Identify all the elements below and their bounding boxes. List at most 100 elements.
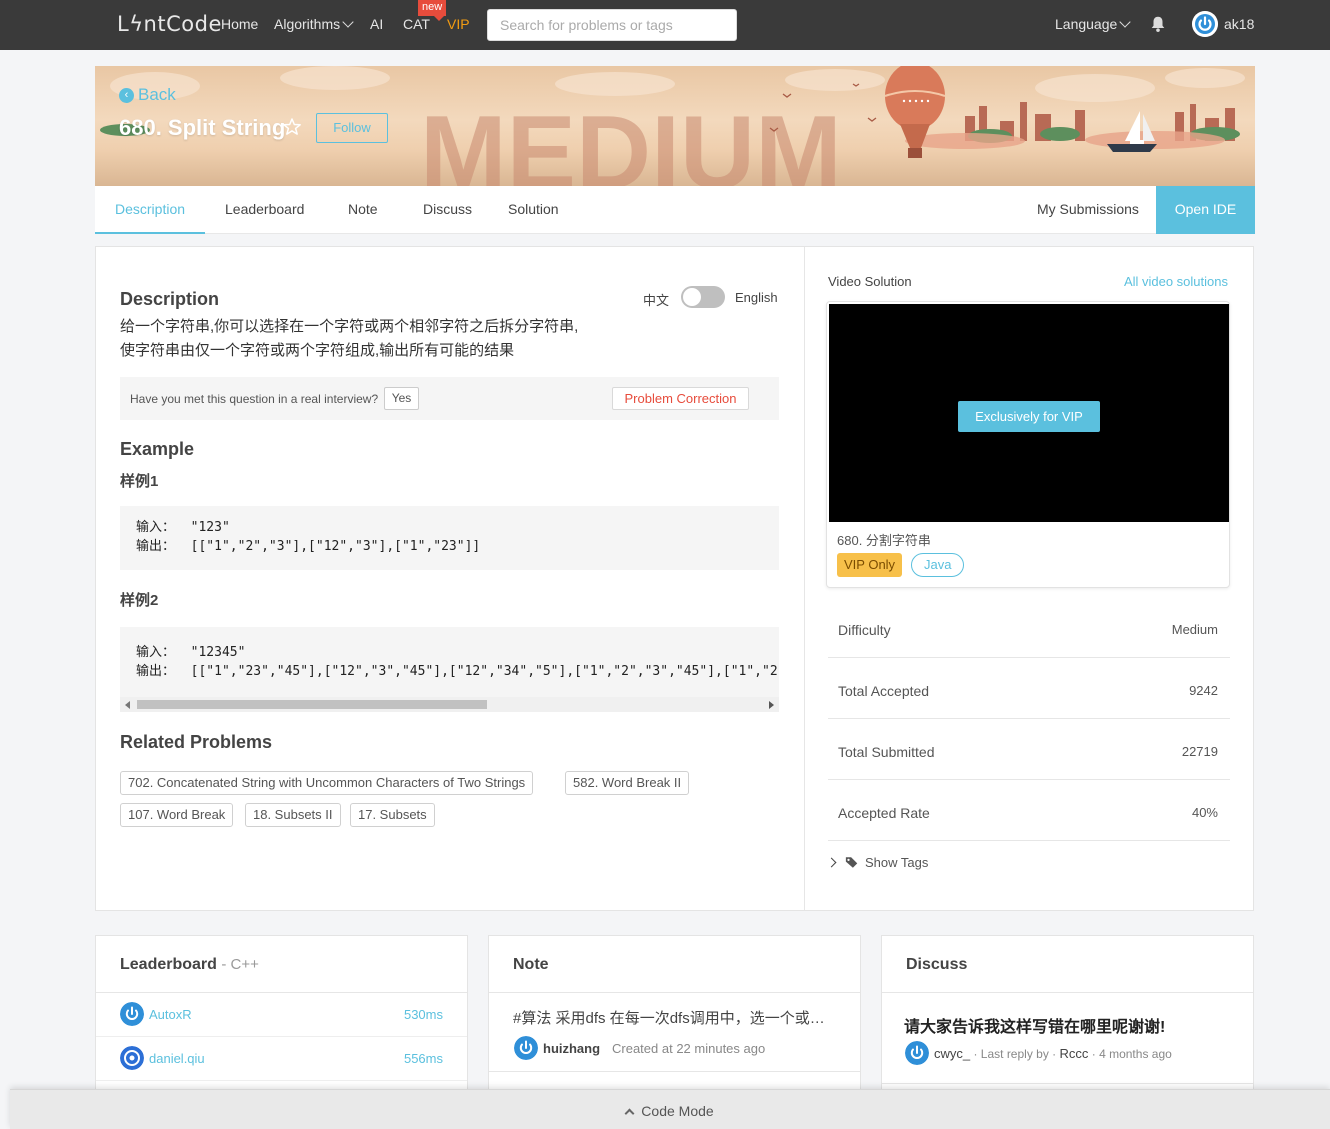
leaderboard-title: Leaderboard — [120, 956, 217, 973]
stat-label: Accepted Rate — [838, 805, 930, 821]
note-text[interactable]: #算法 采用dfs 在每一次dfs调用中，选一个或两个字符加入当前路径 — [513, 1007, 833, 1028]
nav-cat[interactable]: CAT — [403, 16, 430, 32]
stat-value: Medium — [1171, 622, 1218, 637]
discuss-ago: · 4 months ago — [1091, 1047, 1172, 1061]
related-problem-chip[interactable]: 107. Word Break — [120, 803, 234, 827]
code-mode-label: Code Mode — [641, 1103, 714, 1119]
sample1-title: 样例1 — [120, 473, 159, 490]
lang-chinese-label: 中文 — [643, 293, 670, 308]
tab-description[interactable]: Description — [95, 186, 205, 234]
exclusively-vip-button[interactable]: Exclusively for VIP — [958, 401, 1100, 432]
sample2-code: 输入： "12345" 输出： [["1","23","45"],["12","… — [120, 627, 779, 697]
scroll-left-icon[interactable] — [125, 701, 130, 709]
related-problem-chip[interactable]: 18. Subsets II — [245, 803, 341, 827]
related-problem-chip[interactable]: 582. Word Break II — [565, 771, 690, 795]
follow-button[interactable]: Follow — [316, 113, 388, 143]
language-toggle[interactable] — [681, 286, 725, 308]
last-reply-user[interactable]: Rccc — [1060, 1046, 1089, 1061]
user-avatar[interactable] — [1192, 11, 1218, 37]
chevron-down-icon — [1119, 16, 1131, 28]
interview-question-box: Have you met this question in a real int… — [120, 377, 779, 420]
leaderboard-username[interactable]: AutoxR — [149, 1007, 192, 1022]
note-divider — [489, 1071, 860, 1072]
toggle-knob — [683, 288, 701, 306]
scrollbar-thumb[interactable] — [137, 700, 487, 709]
chevron-right-icon — [826, 857, 837, 868]
lintcode-logo[interactable]: LϟntCode — [117, 12, 222, 36]
video-card: Exclusively for VIP 680. 分割字符串 VIP Only … — [826, 301, 1230, 588]
open-ide-button[interactable]: Open IDE — [1156, 186, 1255, 234]
tags-icon — [845, 857, 858, 868]
nav-vip[interactable]: VIP — [447, 16, 470, 32]
language-menu[interactable]: Language — [1055, 16, 1131, 32]
leaderboard-username[interactable]: daniel.qiu — [149, 1051, 205, 1066]
back-arrow-icon: ‹ — [119, 87, 134, 103]
code-mode-bar[interactable]: Code Mode — [10, 1089, 1330, 1129]
problem-banner: MEDIUM ‹ Back 680. Split String Follow — [95, 66, 1255, 186]
favorite-star-icon[interactable] — [282, 117, 302, 137]
related-problem-chip[interactable]: 17. Subsets — [350, 803, 435, 827]
all-video-solutions-link[interactable]: All video solutions — [1124, 274, 1228, 289]
tab-solution[interactable]: Solution — [508, 186, 559, 234]
nav-algorithms[interactable]: Algorithms — [274, 16, 354, 32]
stat-label: Difficulty — [838, 622, 891, 638]
my-submissions-link[interactable]: My Submissions — [1037, 186, 1139, 234]
discuss-divider — [882, 1083, 1253, 1084]
stat-value: 22719 — [1181, 744, 1218, 759]
discuss-post-title[interactable]: 请大家告诉我这样写错在哪里呢谢谢! — [904, 1013, 1165, 1037]
discuss-card-title: Discuss — [882, 936, 1253, 993]
back-label: Back — [138, 85, 176, 104]
note-card-title: Note — [489, 936, 860, 993]
sample2-title: 样例2 — [120, 592, 159, 609]
related-problem-chip[interactable]: 702. Concatenated String with Uncommon C… — [120, 771, 534, 795]
stat-row-difficulty: Difficulty Medium — [828, 597, 1230, 658]
discuss-author[interactable]: cwyc_ — [934, 1046, 970, 1061]
problem-main-panel: Description 中文 English 给一个字符串,你可以选择在一个字符… — [95, 246, 1254, 911]
video-player[interactable]: Exclusively for VIP — [829, 304, 1229, 522]
tab-leaderboard[interactable]: Leaderboard — [225, 186, 304, 234]
avatar — [120, 1046, 144, 1070]
note-author[interactable]: huizhang — [543, 1041, 600, 1056]
problem-correction-button[interactable]: Problem Correction — [612, 387, 749, 410]
top-navbar: LϟntCode Home Algorithms AI CAT new VIP … — [0, 0, 1330, 50]
show-tags-label: Show Tags — [865, 855, 929, 870]
column-divider — [804, 247, 805, 910]
nav-algorithms-label: Algorithms — [274, 16, 341, 32]
description-text: 给一个字符串,你可以选择在一个字符或两个相邻字符之后拆分字符串, 使字符串由仅一… — [120, 315, 640, 363]
leaderboard-row[interactable]: AutoxR 530ms — [96, 993, 467, 1037]
show-tags-toggle[interactable]: Show Tags — [826, 855, 929, 870]
lang-english-label: English — [735, 290, 778, 305]
scroll-right-icon[interactable] — [769, 701, 774, 709]
language-label: Language — [1055, 16, 1118, 32]
username[interactable]: ak18 — [1224, 16, 1254, 32]
video-title: 680. 分割字符串 — [837, 533, 931, 548]
java-language-pill: Java — [911, 553, 965, 577]
stat-label: Total Accepted — [838, 683, 930, 699]
code-horizontal-scrollbar[interactable] — [120, 697, 779, 712]
nav-ai[interactable]: AI — [370, 16, 383, 32]
chevron-up-icon — [624, 1108, 635, 1119]
description-line: 使字符串由仅一个字符或两个字符组成,输出所有可能的结果 — [120, 342, 515, 359]
problem-title: 680. Split String — [119, 115, 286, 140]
stat-row-total-accepted: Total Accepted 9242 — [828, 658, 1230, 719]
chevron-down-icon — [342, 16, 354, 28]
example-heading: Example — [120, 439, 195, 459]
nav-home[interactable]: Home — [221, 16, 258, 32]
yes-button[interactable]: Yes — [384, 387, 419, 410]
discuss-meta: cwyc_ · Last reply by · Rccc · 4 months … — [934, 1046, 1172, 1061]
stat-label: Total Submitted — [838, 744, 935, 760]
bell-icon[interactable] — [1149, 15, 1167, 33]
stat-row-total-submitted: Total Submitted 22719 — [828, 719, 1230, 780]
back-link[interactable]: ‹ Back — [119, 85, 176, 105]
description-line: 给一个字符串,你可以选择在一个字符或两个相邻字符之后拆分字符串, — [120, 318, 579, 335]
vip-only-badge: VIP Only — [837, 553, 903, 577]
leaderboard-runtime: 556ms — [403, 1051, 443, 1066]
avatar — [120, 1002, 144, 1026]
description-heading: Description — [120, 289, 220, 309]
tab-discuss[interactable]: Discuss — [423, 186, 472, 234]
avatar — [905, 1041, 929, 1065]
note-created-time: Created at 22 minutes ago — [612, 1041, 766, 1056]
leaderboard-row[interactable]: daniel.qiu 556ms — [96, 1037, 467, 1081]
search-input[interactable] — [487, 9, 737, 41]
tab-note[interactable]: Note — [348, 186, 378, 234]
